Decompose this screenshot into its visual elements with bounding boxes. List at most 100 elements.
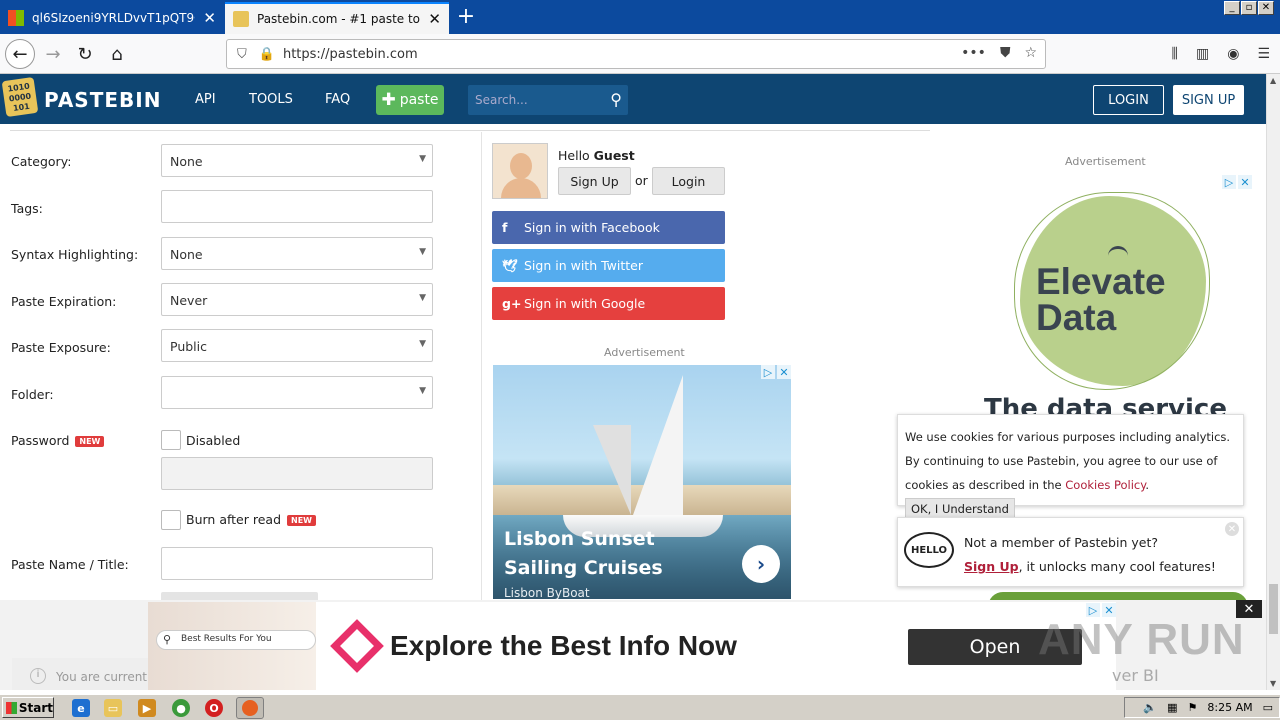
chevron-right-icon[interactable]: ›: [742, 545, 780, 583]
twitter-signin-button[interactable]: 🕊 Sign in with Twitter: [492, 249, 725, 282]
sailing-ad[interactable]: Lisbon Sunset Sailing Cruises Lisbon ByB…: [493, 365, 791, 599]
guest-signup-button[interactable]: Sign Up: [558, 167, 631, 195]
chevron-down-icon: ▼: [419, 339, 426, 349]
search-input[interactable]: Search... ⚲: [468, 85, 628, 115]
close-tab-icon[interactable]: ✕: [428, 10, 441, 28]
cookies-policy-link[interactable]: Cookies Policy: [1065, 478, 1145, 492]
opera-icon[interactable]: O: [205, 699, 223, 717]
library-icon[interactable]: ⫼: [1172, 46, 1178, 62]
syntax-select[interactable]: None ▼: [161, 237, 433, 270]
back-icon[interactable]: ←: [5, 39, 35, 69]
guest-name: Guest: [593, 148, 635, 163]
facebook-label: Sign in with Facebook: [524, 220, 660, 235]
ad-banner[interactable]: ⚲ Best Results For You Explore the Best …: [148, 602, 1116, 690]
url-bar[interactable]: ⛉ 🔒 https://pastebin.com ••• ⛊ ☆: [226, 39, 1046, 69]
pocket-icon[interactable]: ⛊: [1000, 45, 1011, 61]
menu-icon[interactable]: ☰: [1257, 46, 1270, 62]
avatar-body: [501, 178, 541, 198]
create-paste-button[interactable]: [161, 592, 318, 600]
ad-logo-icon: [330, 619, 384, 673]
media-player-icon[interactable]: ▶: [138, 699, 156, 717]
folder-select[interactable]: ▼: [161, 376, 433, 409]
password-checkbox[interactable]: [161, 430, 181, 450]
nav-api[interactable]: API: [195, 92, 216, 107]
sidebar-icon[interactable]: ▥: [1196, 46, 1209, 62]
tags-input[interactable]: [161, 190, 433, 223]
expiration-select[interactable]: Never ▼: [161, 283, 433, 316]
twitter-icon: 🕊: [502, 257, 518, 273]
facebook-signin-button[interactable]: f Sign in with Facebook: [492, 211, 725, 244]
login-button[interactable]: LOGIN: [1093, 85, 1164, 115]
ad-close-icon[interactable]: ✕: [777, 365, 791, 379]
home-icon[interactable]: ⌂: [102, 39, 132, 69]
pastebin-logo-icon[interactable]: 1010 0000 101: [1, 76, 39, 118]
account-icon[interactable]: ◉: [1227, 46, 1239, 62]
paste-name-input[interactable]: [161, 547, 433, 580]
new-paste-button[interactable]: ✚ paste: [376, 85, 444, 115]
new-tab-icon[interactable]: +: [452, 4, 480, 29]
info-text: You are current: [56, 670, 148, 684]
lock-icon[interactable]: 🔒: [259, 47, 275, 62]
ie-icon[interactable]: e: [72, 699, 90, 717]
ad-photo: ⚲ Best Results For You: [148, 602, 316, 690]
password-label: Password NEW: [11, 433, 105, 448]
search-icon[interactable]: ⚲: [610, 90, 622, 109]
member-signup-link[interactable]: Sign Up: [964, 559, 1019, 574]
nav-faq[interactable]: FAQ: [325, 92, 350, 107]
minimize-icon[interactable]: _: [1224, 1, 1240, 15]
divider: [10, 130, 930, 131]
bookmark-star-icon[interactable]: ☆: [1024, 45, 1037, 61]
adchoices-icon[interactable]: ▷: [761, 365, 775, 379]
page-actions-icon[interactable]: •••: [961, 45, 986, 61]
close-tab-icon[interactable]: ✕: [203, 9, 216, 27]
network-icon[interactable]: ▦: [1167, 701, 1177, 714]
url-text[interactable]: https://pastebin.com: [283, 47, 418, 62]
restore-icon[interactable]: ▫: [1241, 1, 1257, 15]
folder-icon[interactable]: ▭: [104, 699, 122, 717]
scrollbar-thumb[interactable]: [1269, 584, 1278, 634]
member-line2: , it unlocks many cool features!: [1018, 559, 1216, 574]
member-text: Not a member of Pastebin yet? Sign Up, i…: [964, 531, 1216, 579]
browser-tab-2[interactable]: Pastebin.com - #1 paste tool since 2002 …: [225, 2, 449, 34]
ad-choices[interactable]: ▷ ✕: [761, 365, 791, 379]
avatar-head: [510, 153, 532, 179]
signup-button[interactable]: SIGN UP: [1173, 85, 1244, 115]
hello-guest: Hello Guest: [558, 148, 635, 163]
category-select[interactable]: None ▼: [161, 144, 433, 177]
syntax-value: None: [170, 247, 203, 262]
tab-title: Pastebin.com - #1 paste tool since 2002: [257, 12, 421, 26]
ad-search-text: Best Results For You: [181, 634, 272, 644]
close-icon[interactable]: ✕: [1225, 522, 1239, 536]
syntax-label: Syntax Highlighting:: [11, 247, 139, 262]
expiration-label: Paste Expiration:: [11, 294, 117, 309]
exposure-select[interactable]: Public ▼: [161, 329, 433, 362]
chevron-down-icon: ▼: [419, 293, 426, 303]
reload-icon[interactable]: ↻: [70, 39, 100, 69]
shield-icon[interactable]: ⛉: [237, 47, 247, 62]
browser-tab-1[interactable]: ql6SIzoeni9YRLDvvT1pQT9QFbhpl ✕: [0, 2, 224, 34]
site-logo[interactable]: PASTEBIN: [44, 88, 161, 112]
volume-icon[interactable]: 🔈: [1143, 701, 1157, 714]
password-input[interactable]: [161, 457, 433, 490]
start-button[interactable]: Start: [2, 697, 54, 718]
show-desktop-icon[interactable]: ▭: [1263, 701, 1273, 714]
scroll-down-icon[interactable]: ▼: [1270, 679, 1276, 688]
flag-icon[interactable]: ⚑: [1188, 701, 1198, 714]
google-signin-button[interactable]: g+ Sign in with Google: [492, 287, 725, 320]
page-scrollbar[interactable]: ▲ ▼: [1266, 74, 1280, 690]
scroll-up-icon[interactable]: ▲: [1270, 76, 1276, 85]
ad-search-bar: ⚲ Best Results For You: [156, 630, 316, 650]
google-label: Sign in with Google: [524, 296, 646, 311]
forward-icon[interactable]: →: [38, 39, 68, 69]
firefox-taskbar-button[interactable]: [236, 697, 264, 719]
close-window-icon[interactable]: ✕: [1258, 1, 1274, 15]
nav-tools[interactable]: TOOLS: [249, 92, 293, 107]
paste-name-label: Paste Name / Title:: [11, 557, 129, 572]
burn-after-read-checkbox[interactable]: [161, 510, 181, 530]
chrome-icon[interactable]: ●: [172, 699, 190, 717]
search-placeholder: Search...: [475, 93, 528, 107]
ad-headline[interactable]: Explore the Best Info Now: [390, 630, 737, 662]
member-line1: Not a member of Pastebin yet?: [964, 535, 1158, 550]
ad-title[interactable]: Lisbon Sunset Sailing Cruises: [504, 525, 734, 583]
guest-login-button[interactable]: Login: [652, 167, 725, 195]
